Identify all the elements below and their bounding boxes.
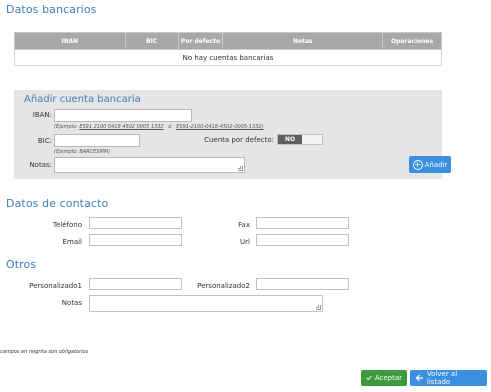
other-notes-label: Notas bbox=[61, 299, 82, 307]
custom2-input[interactable] bbox=[256, 278, 349, 290]
phone-input[interactable] bbox=[89, 217, 182, 229]
notes-textarea[interactable] bbox=[54, 157, 245, 173]
bic-input[interactable] bbox=[54, 134, 140, 147]
accept-button[interactable]: Aceptar bbox=[361, 370, 407, 386]
custom1-input[interactable] bbox=[89, 278, 182, 290]
iban-example-1: ES91 2100 0418 4502 0005 1332 bbox=[79, 124, 164, 130]
add-bank-account-panel: Añadir cuenta bancaria IBAN: (Ejemplo: E… bbox=[14, 90, 451, 179]
custom2-label: Personalizado2 bbox=[197, 282, 250, 290]
resize-handle-icon[interactable] bbox=[238, 166, 243, 171]
column-header-bic[interactable]: BIC bbox=[124, 32, 179, 50]
add-account-button-label: Añadir bbox=[424, 160, 448, 169]
url-input[interactable] bbox=[256, 234, 349, 246]
add-account-button[interactable]: + Añadir bbox=[409, 156, 451, 173]
table-row: No hay cuentas bancarias bbox=[14, 49, 442, 66]
arrow-left-icon bbox=[415, 374, 423, 382]
email-label: Email bbox=[62, 238, 82, 246]
iban-example: (Ejemplo: ES91 2100 0418 4502 0005 1332 … bbox=[54, 124, 264, 130]
bank-accounts-table: IBAN BIC Por defecto Notas Operaciones N… bbox=[14, 32, 442, 66]
toggle-state-label: NO bbox=[278, 135, 302, 144]
add-bank-account-title: Añadir cuenta bancaria bbox=[24, 94, 141, 105]
iban-example-2: ES91-2100-0418-4502-0005-1332) bbox=[176, 124, 264, 130]
column-header-default[interactable]: Por defecto bbox=[177, 32, 224, 50]
back-to-list-button[interactable]: Volver al listado bbox=[410, 370, 487, 386]
bank-section-title: Datos bancarios bbox=[6, 3, 97, 16]
plus-circle-icon: + bbox=[412, 159, 423, 170]
other-notes-textarea[interactable] bbox=[89, 295, 323, 312]
bic-label: BIC: bbox=[37, 137, 52, 145]
phone-label: Teléfono bbox=[52, 221, 82, 229]
empty-table-message: No hay cuentas bancarias bbox=[14, 49, 442, 66]
custom1-label: Personalizado1 bbox=[29, 282, 82, 290]
bic-example: (Ejemplo: BARCESMM) bbox=[54, 149, 111, 155]
contact-section-title: Datos de contacto bbox=[6, 197, 109, 210]
back-to-list-button-label: Volver al listado bbox=[426, 370, 458, 386]
table-header-row: IBAN BIC Por defecto Notas Operaciones bbox=[14, 32, 442, 50]
column-header-operations: Operaciones bbox=[382, 32, 442, 50]
fax-label: Fax bbox=[238, 221, 250, 229]
accept-button-label: Aceptar bbox=[374, 374, 402, 382]
resize-handle-icon[interactable] bbox=[316, 305, 321, 310]
other-section-title: Otros bbox=[6, 258, 37, 271]
column-header-notes[interactable]: Notas bbox=[222, 32, 384, 50]
iban-label: IBAN: bbox=[32, 111, 52, 119]
check-icon bbox=[366, 375, 372, 381]
url-label: Url bbox=[240, 238, 250, 246]
column-header-iban[interactable]: IBAN bbox=[14, 32, 126, 50]
default-account-toggle[interactable]: NO bbox=[277, 134, 323, 145]
iban-input[interactable] bbox=[54, 109, 192, 122]
fax-input[interactable] bbox=[256, 217, 349, 229]
required-fields-note: campos en negrita son obligatorios bbox=[0, 349, 89, 355]
notes-label: Notas: bbox=[29, 161, 52, 169]
email-input[interactable] bbox=[89, 234, 182, 246]
default-account-label: Cuenta por defecto: bbox=[204, 136, 274, 144]
